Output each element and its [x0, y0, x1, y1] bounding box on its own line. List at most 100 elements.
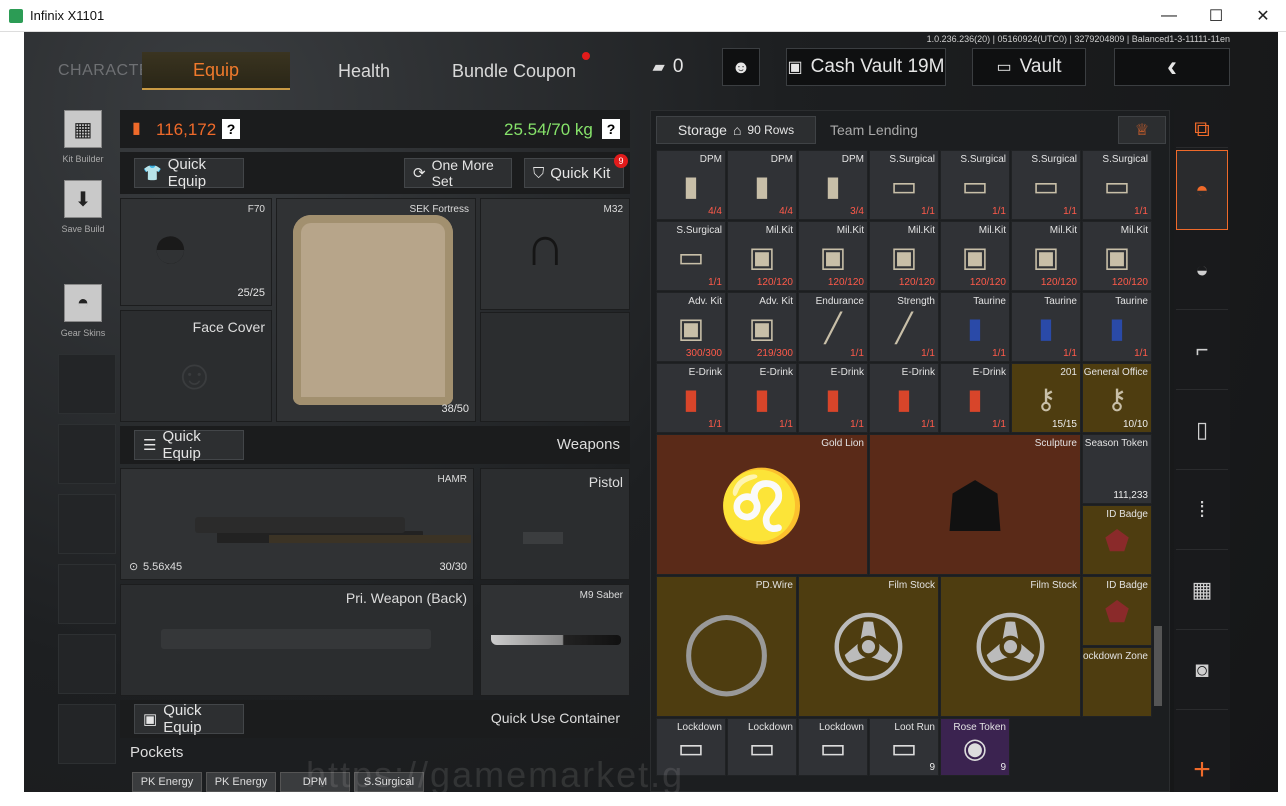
storage-item[interactable]: DPM ▮ 3/4 [798, 150, 868, 220]
weight-help-icon[interactable]: ? [602, 119, 620, 139]
storage-tab[interactable]: Storage ⌂ 90 Rows [656, 116, 816, 144]
filter-magazine-button[interactable]: ▯ [1176, 390, 1228, 470]
filter-vest-button[interactable]: ▦ [1176, 550, 1228, 630]
storage-item-film-stock[interactable]: Film Stock ✇ [798, 576, 939, 717]
skin-slot[interactable] [58, 424, 116, 484]
storage-item[interactable]: S.Surgical ▭ 1/1 [656, 221, 726, 291]
storage-item[interactable]: E-Drink ▮ 1/1 [798, 363, 868, 433]
storage-item[interactable]: DPM ▮ 4/4 [727, 150, 797, 220]
face-cover-slot[interactable]: Face Cover ☺ [120, 310, 272, 422]
vault-button[interactable]: ▭ Vault [972, 48, 1086, 86]
kit-builder-button[interactable]: ▦ [64, 110, 102, 148]
storage-item-pd-wire[interactable]: PD.Wire ◯ [656, 576, 797, 717]
back-weapon-slot[interactable]: Pri. Weapon (Back) [120, 584, 474, 696]
storage-item[interactable]: Mil.Kit ▣ 120/120 [1082, 221, 1152, 291]
weapons-quick-equip-button[interactable]: ☰ Quick Equip [134, 428, 244, 462]
storage-item[interactable]: Taurine ▮ 1/1 [1082, 292, 1152, 362]
storage-item[interactable]: Endurance ╱ 1/1 [798, 292, 868, 362]
add-button[interactable]: + [1176, 750, 1228, 790]
storage-item[interactable]: Mil.Kit ▣ 120/120 [940, 221, 1010, 291]
cash-counter[interactable]: ▰ 0 [640, 48, 696, 86]
face-cover-label: Face Cover [192, 319, 265, 335]
primary-ammo: 5.56x45 [143, 561, 183, 573]
storage-item-season-token[interactable]: Season Token 111,233 [1082, 434, 1152, 504]
tab-health[interactable]: Health [294, 52, 434, 90]
close-button[interactable]: ✕ [1240, 0, 1286, 32]
pocket-item[interactable]: PK Energy [206, 772, 276, 792]
item-count: 120/120 [756, 277, 793, 288]
storage-item[interactable]: E-Drink ▮ 1/1 [656, 363, 726, 433]
tab-equip[interactable]: Equip [142, 52, 290, 90]
skin-slot[interactable] [58, 704, 116, 764]
storage-item[interactable]: S.Surgical ▭ 1/1 [940, 150, 1010, 220]
storage-item[interactable]: Strength ╱ 1/1 [869, 292, 939, 362]
storage-item-film-stock[interactable]: Film Stock ✇ [940, 576, 1081, 717]
storage-item[interactable]: General Office ⚷ 10/10 [1082, 363, 1152, 433]
storage-item-id-badge[interactable]: ID Badge ⬟ [1082, 505, 1152, 575]
storage-item[interactable]: Mil.Kit ▣ 120/120 [1011, 221, 1081, 291]
pocket-item[interactable]: PK Energy [132, 772, 202, 792]
storage-item[interactable]: Mil.Kit ▣ 120/120 [727, 221, 797, 291]
armor-durability: 38/50 [441, 403, 469, 415]
storage-item[interactable]: Mil.Kit ▣ 120/120 [869, 221, 939, 291]
skin-slot[interactable] [58, 354, 116, 414]
one-more-set-button[interactable]: ⟳ One More Set [404, 157, 512, 189]
item-icon: ▭ [1032, 170, 1060, 202]
storage-item-sculpture[interactable]: Sculpture ☗ [869, 434, 1081, 575]
filter-all-button[interactable]: ⧉ [1176, 110, 1228, 148]
skin-slot[interactable] [58, 634, 116, 694]
tab-bundle-coupon[interactable]: Bundle Coupon [444, 52, 584, 90]
save-build-button[interactable]: ⬇ [64, 180, 102, 218]
empty-slot[interactable] [480, 312, 630, 422]
storage-item-id-badge[interactable]: ID Badge ⬟ [1082, 576, 1152, 646]
filter-helmet-button[interactable]: ◒ [1176, 230, 1228, 310]
skin-slot[interactable] [58, 564, 116, 624]
storage-item[interactable]: E-Drink ▮ 1/1 [727, 363, 797, 433]
container-quick-equip-button[interactable]: ▣ Quick Equip [134, 702, 244, 736]
storage-item[interactable]: Rose Token ◉ 9 [940, 718, 1010, 776]
storage-item[interactable]: S.Surgical ▭ 1/1 [1011, 150, 1081, 220]
storage-item-lockdown-zone[interactable]: Lockdown Zone [1082, 647, 1152, 717]
gear-skins-button[interactable]: ◓ [64, 284, 102, 322]
storage-item[interactable]: S.Surgical ▭ 1/1 [869, 150, 939, 220]
filter-ammo-button[interactable]: ⁞ [1176, 470, 1228, 550]
item-icon: ▮ [683, 383, 699, 415]
armor-slot[interactable]: SEK Fortress 38/50 [276, 198, 476, 422]
quick-equip-button[interactable]: 👕 Quick Equip [134, 156, 244, 190]
storage-item-gold-lion[interactable]: Gold Lion ♌ [656, 434, 868, 575]
sort-button[interactable]: ♕ [1118, 116, 1166, 144]
melee-slot[interactable]: M9 Saber [480, 584, 630, 696]
skin-slot[interactable] [58, 494, 116, 554]
storage-item[interactable]: Mil.Kit ▣ 120/120 [798, 221, 868, 291]
storage-item[interactable]: E-Drink ▮ 1/1 [869, 363, 939, 433]
maximize-button[interactable]: ☐ [1193, 0, 1239, 32]
headset-slot[interactable]: M32 ∩ [480, 198, 630, 310]
filter-gear-button[interactable]: ◓ [1176, 150, 1228, 230]
storage-item[interactable]: Lockdown ▭ [798, 718, 868, 776]
item-name: S.Surgical [889, 154, 935, 165]
vest-icon: ▦ [73, 118, 93, 141]
filter-rifle-button[interactable]: ⌐ [1176, 310, 1228, 390]
storage-item[interactable]: S.Surgical ▭ 1/1 [1082, 150, 1152, 220]
filter-medical-button[interactable]: ◙ [1176, 630, 1228, 710]
operator-button[interactable]: ☻ [722, 48, 760, 86]
pistol-slot[interactable]: Pistol ▬ [480, 468, 630, 580]
storage-item[interactable]: Adv. Kit ▣ 219/300 [727, 292, 797, 362]
minimize-button[interactable]: — [1146, 0, 1192, 32]
primary-weapon-slot[interactable]: HAMR ⊙ 5.56x45 30/30 [120, 468, 474, 580]
storage-item[interactable]: Adv. Kit ▣ 300/300 [656, 292, 726, 362]
storage-item[interactable]: DPM ▮ 4/4 [656, 150, 726, 220]
storage-item[interactable]: Taurine ▮ 1/1 [940, 292, 1010, 362]
storage-item[interactable]: Loot Run ▭ 9 [869, 718, 939, 776]
back-button[interactable]: ‹ [1114, 48, 1230, 86]
storage-item[interactable]: Taurine ▮ 1/1 [1011, 292, 1081, 362]
helmet-slot[interactable]: F70 ◓ 25/25 [120, 198, 272, 306]
storage-item[interactable]: 201 ⚷ 15/15 [1011, 363, 1081, 433]
cash-vault-button[interactable]: ▣ Cash Vault 19M [786, 48, 946, 86]
quick-kit-button[interactable]: ⛉ Quick Kit [524, 158, 624, 188]
storage-item[interactable]: E-Drink ▮ 1/1 [940, 363, 1010, 433]
storage-item[interactable]: Lockdown ▭ [727, 718, 797, 776]
team-lending-tab[interactable]: Team Lending [824, 116, 924, 144]
storage-scrollbar[interactable] [1154, 626, 1162, 706]
value-help-icon[interactable]: ? [222, 119, 240, 139]
